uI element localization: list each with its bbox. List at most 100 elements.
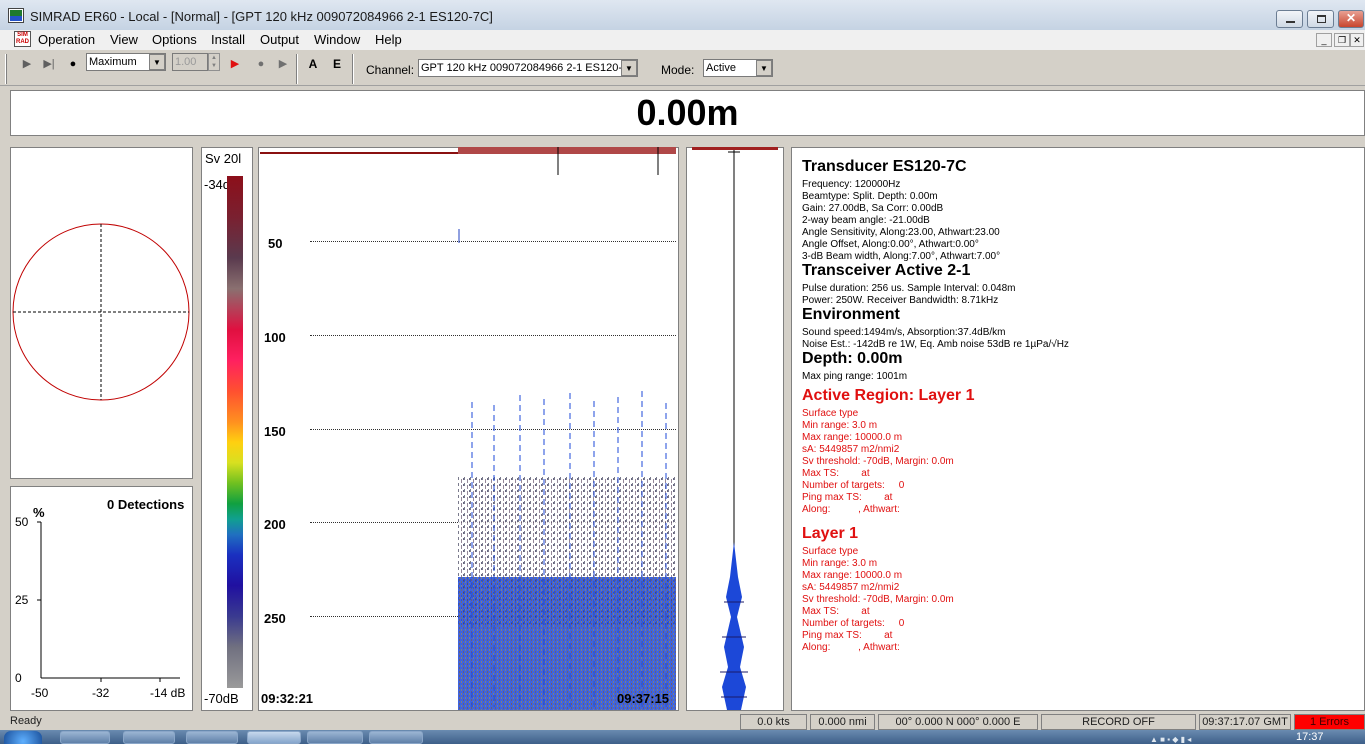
channel-select[interactable]: GPT 120 kHz 009072084966 2-1 ES120-7C: [418, 59, 638, 77]
info-line: Angle Sensitivity, Along:23.00, Athwart:…: [802, 227, 1000, 238]
menu-options[interactable]: Options: [152, 32, 197, 47]
record-icon[interactable]: ●: [252, 55, 270, 73]
toolbar-separator: [296, 54, 298, 84]
window-title: SIMRAD ER60 - Local - [Normal] - [GPT 12…: [30, 9, 493, 24]
speed-select-value: Maximum: [89, 56, 137, 68]
status-errors[interactable]: 1 Errors: [1294, 714, 1365, 730]
taskbar-media[interactable]: [307, 731, 363, 744]
menu-bar: [0, 30, 1365, 50]
mdi-minimize-button[interactable]: _: [1316, 33, 1332, 47]
depth-tick: 250: [264, 611, 286, 626]
menu-output[interactable]: Output: [260, 32, 299, 47]
forward-icon[interactable]: ▶: [274, 55, 292, 73]
layer-line: Max range: 10000.0 m: [802, 570, 903, 581]
region-line: Ping max TS: at: [802, 492, 893, 503]
play-icon[interactable]: ▶: [18, 55, 36, 73]
document-icon[interactable]: SIM RAD: [14, 31, 31, 47]
echogram-data: [458, 147, 676, 710]
speed-dropdown-arrow[interactable]: ▼: [149, 54, 165, 70]
menu-help[interactable]: Help: [375, 32, 402, 47]
button-e[interactable]: E: [328, 55, 346, 73]
start-button[interactable]: [4, 731, 42, 744]
button-a[interactable]: A: [304, 55, 322, 73]
taskbar-explorer[interactable]: [123, 731, 175, 744]
channel-label: Channel:: [366, 63, 415, 77]
colorscale-bottom-label: -70dB: [204, 691, 239, 706]
colorscale-title: Sv 20l: [205, 151, 242, 166]
transducer-heading: Transducer ES120-7C: [802, 158, 967, 175]
taskbar-clock: 17:37: [1296, 731, 1324, 743]
info-line: 3-dB Beam width, Along:7.00°, Athwart:7.…: [802, 251, 1001, 262]
echogram-start-time: 09:32:21: [261, 691, 314, 706]
step-spinner[interactable]: ▲ ▼: [208, 53, 220, 71]
info-line: 2-way beam angle: -21.00dB: [802, 215, 930, 226]
taskbar-tool[interactable]: [369, 731, 423, 744]
ping-trace: [720, 150, 748, 710]
toolbar-separator-2: [352, 54, 354, 84]
info-line: Beamtype: Split. Depth: 0.00m: [802, 191, 938, 202]
record-dot-icon[interactable]: ●: [64, 55, 82, 73]
menu-view[interactable]: View: [110, 32, 138, 47]
info-line: Frequency: 120000Hz: [802, 179, 901, 190]
colorscale-bar: [227, 176, 243, 688]
step-input[interactable]: 1.00: [172, 53, 208, 71]
histogram-axes: [37, 521, 180, 682]
step-forward-icon[interactable]: ▶|: [40, 55, 58, 73]
layer-line: Ping max TS: at: [802, 630, 893, 641]
mode-select-value: Active: [706, 62, 736, 74]
document-icon-text: SIM RAD: [16, 32, 29, 45]
taskbar-app[interactable]: [186, 731, 238, 744]
menu-operation[interactable]: Operation: [38, 32, 95, 47]
layer-line: Min range: 3.0 m: [802, 558, 878, 569]
environment-heading: Environment: [802, 306, 900, 323]
status-distance: 0.000 nmi: [810, 714, 875, 730]
info-line: Max ping range: 1001m: [802, 371, 908, 382]
tray-icons[interactable]: ▲ ■ ▪ ◆ ▮ ◂: [1150, 735, 1290, 744]
depth-tick: 100: [264, 330, 286, 345]
close-button[interactable]: ✕: [1338, 10, 1364, 28]
region-line: sA: 5449857 m2/nmi2: [802, 444, 900, 455]
info-line: Pulse duration: 256 us. Sample Interval:…: [802, 283, 1016, 294]
taskbar-browser[interactable]: [60, 731, 110, 744]
echogram-end-time: 09:37:15: [617, 691, 670, 706]
region-line: Along: , Athwart:: [802, 504, 900, 515]
region-line: Max TS: at: [802, 468, 870, 479]
status-time: 09:37:17.07 GMT: [1199, 714, 1291, 730]
depth-heading: Depth: 0.00m: [802, 350, 903, 367]
status-speed: 0.0 kts: [740, 714, 807, 730]
info-line: Power: 250W. Receiver Bandwidth: 8.71kHz: [802, 295, 999, 306]
region-line: Number of targets: 0: [802, 480, 905, 491]
layer-line: Surface type: [802, 546, 859, 557]
region-line: Min range: 3.0 m: [802, 420, 878, 431]
menu-window[interactable]: Window: [314, 32, 360, 47]
info-line: Noise Est.: -142dB re 1W, Eq. Amb noise …: [802, 339, 1069, 350]
layer-line: Along: , Athwart:: [802, 642, 900, 653]
menu-install[interactable]: Install: [211, 32, 245, 47]
channel-select-value: GPT 120 kHz 009072084966 2-1 ES120-7C: [421, 62, 637, 74]
layer-heading: Layer 1: [802, 525, 859, 542]
mode-dropdown-arrow[interactable]: ▼: [756, 60, 772, 76]
layer-line: Max TS: at: [802, 606, 870, 617]
channel-dropdown-arrow[interactable]: ▼: [621, 60, 637, 76]
region-line: Max range: 10000.0 m: [802, 432, 903, 443]
layer-line: Sv threshold: -70dB, Margin: 0.0m: [802, 594, 954, 605]
toolbar-grip: [5, 54, 7, 84]
depth-readout: 0.00m: [636, 92, 739, 133]
info-line: Angle Offset, Along:0.00°, Athwart:0.00°: [802, 239, 979, 250]
minimize-button[interactable]: [1276, 10, 1303, 28]
mdi-close-button[interactable]: ✕: [1350, 33, 1364, 47]
step-input-value: 1.00: [175, 56, 197, 68]
app-icon[interactable]: [8, 8, 24, 23]
depth-tick: 200: [264, 517, 286, 532]
layer-line: sA: 5449857 m2/nmi2: [802, 582, 900, 593]
status-position: 00° 0.000 N 000° 0.000 E: [878, 714, 1038, 730]
status-record: RECORD OFF: [1041, 714, 1196, 730]
status-ready: Ready: [10, 715, 42, 727]
start-icon[interactable]: ▶: [226, 55, 244, 73]
mdi-restore-button[interactable]: ❐: [1334, 33, 1350, 47]
taskbar-simrad[interactable]: [247, 731, 301, 744]
info-line: Sound speed:1494m/s, Absorption:37.4dB/k…: [802, 327, 1006, 338]
info-line: Gain: 27.00dB, Sa Corr: 0.00dB: [802, 203, 944, 214]
region-line: Sv threshold: -70dB, Margin: 0.0m: [802, 456, 954, 467]
restore-button[interactable]: [1307, 10, 1334, 28]
